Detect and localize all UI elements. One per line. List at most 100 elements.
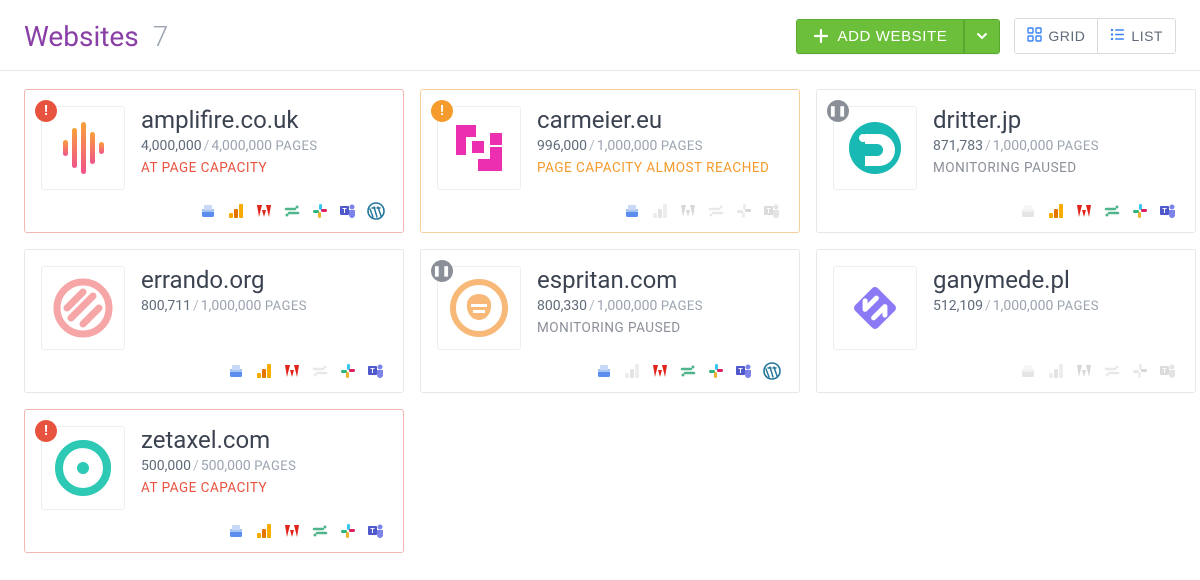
card-info: amplifire.co.uk 4,000,000/4,000,000 PAGE… — [141, 106, 385, 190]
view-list-button[interactable]: LIST — [1097, 19, 1175, 53]
pages-line: 871,783/1,000,000 PAGES — [933, 138, 1177, 154]
card-info: errando.org 800,711/1,000,000 PAGES — [141, 266, 385, 350]
card-info: espritan.com 800,330/1,000,000 PAGES MON… — [537, 266, 781, 350]
site-logo — [833, 266, 917, 350]
pages-current: 800,711 — [141, 298, 191, 314]
header-actions: ADD WEBSITE GRID LIST — [796, 18, 1176, 54]
status-text: MONITORING PAUSED — [933, 160, 1177, 176]
integration-row: T — [833, 202, 1177, 220]
card-body: ganymede.pl 512,109/1,000,000 PAGES — [833, 266, 1177, 350]
pages-line: 800,330/1,000,000 PAGES — [537, 298, 781, 314]
site-name: zetaxel.com — [141, 426, 385, 454]
pages-max: 1,000,000 — [993, 138, 1054, 154]
svg-text:T: T — [342, 208, 347, 215]
slack-integration-icon — [339, 522, 357, 540]
slack-integration-icon — [707, 362, 725, 380]
teams-integration-icon: T — [763, 202, 781, 220]
card-body: amplifire.co.uk 4,000,000/4,000,000 PAGE… — [41, 106, 385, 190]
page-title: Websites — [24, 20, 139, 53]
pages-label: PAGES — [265, 299, 307, 314]
integration-row: T — [41, 202, 385, 220]
pause-badge: ❚❚ — [827, 100, 849, 122]
status-text: MONITORING PAUSED — [537, 320, 781, 336]
slack-integration-icon — [1131, 362, 1149, 380]
gsc-integration-icon — [227, 522, 245, 540]
pages-max: 500,000 — [201, 458, 251, 474]
add-website-button[interactable]: ADD WEBSITE — [796, 19, 964, 54]
view-grid-button[interactable]: GRID — [1015, 19, 1097, 53]
pages-max: 1,000,000 — [597, 138, 658, 154]
ga-integration-icon — [255, 522, 273, 540]
pages-current: 512,109 — [933, 298, 983, 314]
adobe-integration-icon — [1075, 362, 1093, 380]
teams-integration-icon: T — [1159, 202, 1177, 220]
svg-text:T: T — [370, 528, 375, 535]
pages-label: PAGES — [254, 459, 296, 474]
teams-integration-icon: T — [1159, 362, 1177, 380]
plus-icon — [813, 28, 829, 44]
add-website-label: ADD WEBSITE — [837, 28, 947, 45]
view-grid-label: GRID — [1048, 28, 1085, 44]
pages-line: 512,109/1,000,000 PAGES — [933, 298, 1177, 314]
ga-integration-icon — [651, 202, 669, 220]
wordpress-integration-icon — [763, 362, 781, 380]
pages-label: PAGES — [661, 139, 703, 154]
website-card[interactable]: ! amplifire.co.uk 4,000,000/4,000,000 PA… — [24, 89, 404, 233]
adobe-integration-icon — [283, 362, 301, 380]
card-body: dritter.jp 871,783/1,000,000 PAGES MONIT… — [833, 106, 1177, 190]
pages-line: 800,711/1,000,000 PAGES — [141, 298, 385, 314]
pages-current: 4,000,000 — [141, 138, 202, 154]
svg-text:T: T — [370, 368, 375, 375]
segment-integration-icon — [311, 362, 329, 380]
pages-label: PAGES — [661, 299, 703, 314]
gsc-integration-icon — [199, 202, 217, 220]
wordpress-integration-icon — [367, 202, 385, 220]
website-card[interactable]: ! zetaxel.com 500,000/500,000 PAGES AT P… — [24, 409, 404, 553]
slack-integration-icon — [311, 202, 329, 220]
site-logo — [41, 266, 125, 350]
card-info: ganymede.pl 512,109/1,000,000 PAGES — [933, 266, 1177, 350]
site-name: ganymede.pl — [933, 266, 1177, 294]
site-name: carmeier.eu — [537, 106, 781, 134]
svg-text:T: T — [766, 208, 771, 215]
gsc-integration-icon — [623, 202, 641, 220]
pages-max: 4,000,000 — [211, 138, 272, 154]
pages-line: 4,000,000/4,000,000 PAGES — [141, 138, 385, 154]
website-card[interactable]: errando.org 800,711/1,000,000 PAGES T — [24, 249, 404, 393]
website-card[interactable]: ❚❚ espritan.com 800,330/1,000,000 PAGES … — [420, 249, 800, 393]
pages-line: 500,000/500,000 PAGES — [141, 458, 385, 474]
ga-integration-icon — [227, 202, 245, 220]
pages-max: 1,000,000 — [993, 298, 1054, 314]
svg-text:T: T — [1162, 368, 1167, 375]
gsc-integration-icon — [1019, 202, 1037, 220]
adobe-integration-icon — [651, 362, 669, 380]
adobe-integration-icon — [255, 202, 273, 220]
pages-label: PAGES — [275, 139, 317, 154]
website-card[interactable]: ❚❚ dritter.jp 871,783/1,000,000 PAGES MO… — [816, 89, 1196, 233]
ga-integration-icon — [1047, 362, 1065, 380]
card-body: espritan.com 800,330/1,000,000 PAGES MON… — [437, 266, 781, 350]
integration-row: T — [437, 202, 781, 220]
segment-integration-icon — [1103, 362, 1121, 380]
card-info: dritter.jp 871,783/1,000,000 PAGES MONIT… — [933, 106, 1177, 190]
integration-row: T — [833, 362, 1177, 380]
slack-integration-icon — [735, 202, 753, 220]
status-text: PAGE CAPACITY ALMOST REACHED — [537, 160, 781, 176]
pages-max: 1,000,000 — [597, 298, 658, 314]
website-card[interactable]: ! carmeier.eu 996,000/1,000,000 PAGES PA… — [420, 89, 800, 233]
grid-icon — [1027, 27, 1042, 45]
integration-row: T — [41, 522, 385, 540]
add-website-dropdown[interactable] — [964, 19, 1000, 54]
card-body: carmeier.eu 996,000/1,000,000 PAGES PAGE… — [437, 106, 781, 190]
adobe-integration-icon — [1075, 202, 1093, 220]
site-name: dritter.jp — [933, 106, 1177, 134]
segment-integration-icon — [311, 522, 329, 540]
website-card[interactable]: ganymede.pl 512,109/1,000,000 PAGES T — [816, 249, 1196, 393]
gsc-integration-icon — [1019, 362, 1037, 380]
view-list-label: LIST — [1131, 28, 1163, 44]
card-body: zetaxel.com 500,000/500,000 PAGES AT PAG… — [41, 426, 385, 510]
chevron-down-icon — [975, 29, 989, 43]
pause-badge: ❚❚ — [431, 260, 453, 282]
title-group: Websites 7 — [24, 20, 168, 53]
status-text: AT PAGE CAPACITY — [141, 160, 385, 176]
